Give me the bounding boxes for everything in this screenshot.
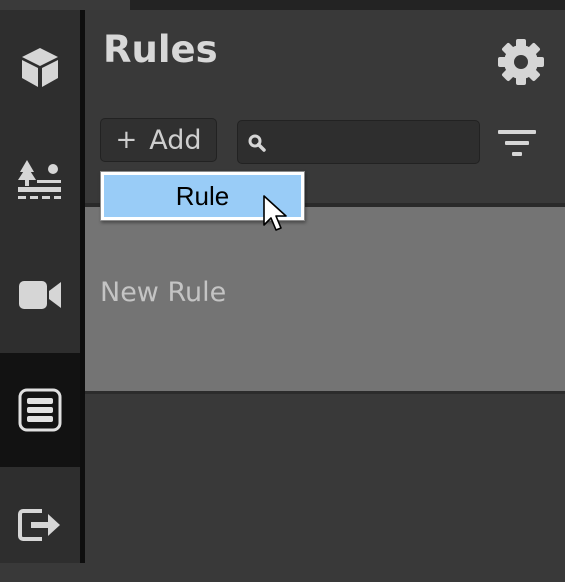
gear-icon[interactable] (497, 38, 545, 86)
main-panel: Rules + Add New Rule (85, 10, 565, 563)
list-icon (18, 388, 62, 432)
plus-icon: + (115, 125, 138, 155)
sidebar-item-exit[interactable] (0, 468, 80, 582)
search-input[interactable] (272, 127, 476, 159)
exit-icon (18, 509, 60, 541)
tree-landscape-icon (18, 160, 61, 199)
search-field[interactable] (237, 120, 480, 164)
list-bottom-border (85, 391, 565, 394)
add-button[interactable]: + Add (100, 118, 217, 162)
rule-list-item[interactable]: New Rule (85, 207, 565, 391)
sidebar (0, 10, 80, 563)
sidebar-item-rules[interactable] (0, 353, 80, 467)
sidebar-item-environment[interactable] (0, 124, 80, 238)
mouse-pointer-icon (263, 195, 287, 231)
top-bar-strip (0, 0, 565, 10)
page-title: Rules (103, 28, 218, 71)
video-camera-icon (19, 281, 61, 309)
add-button-label: Add (149, 124, 202, 156)
top-bar-tab (0, 0, 130, 10)
dropdown-item-label: Rule (175, 180, 230, 211)
sidebar-item-objects[interactable] (0, 10, 80, 124)
rule-name: New Rule (100, 277, 227, 308)
search-icon (248, 134, 266, 152)
filter-icon[interactable] (497, 128, 537, 158)
cube-icon (22, 48, 58, 87)
sidebar-item-cameras[interactable] (0, 238, 80, 352)
